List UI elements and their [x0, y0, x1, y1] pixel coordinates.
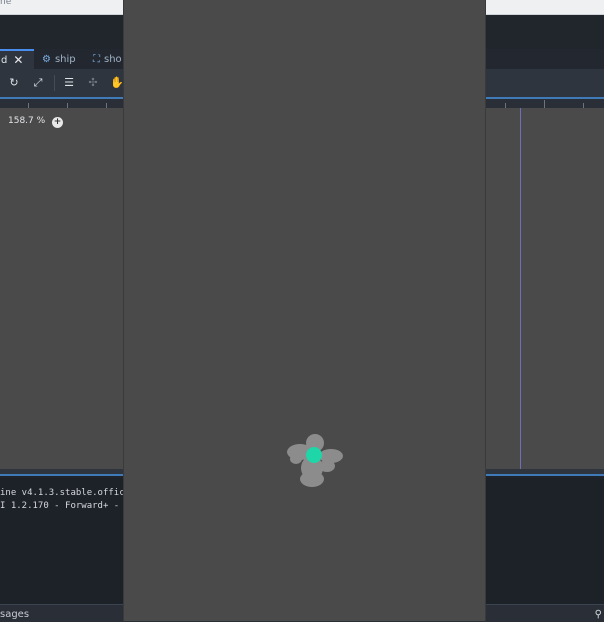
tab-current-scene[interactable]: d ✕ [0, 49, 34, 69]
window-title-fragment: ne [0, 0, 12, 7]
list-select-icon[interactable]: ☰ [62, 76, 76, 90]
ship-icon: ⚙ [42, 53, 51, 65]
tab-label: d [1, 54, 8, 66]
zoom-in-button[interactable]: + [52, 117, 63, 128]
pan-hand-icon[interactable]: ✋ [110, 76, 124, 90]
magnifier-icon[interactable]: ⚲ [595, 609, 602, 620]
tab-shot[interactable]: ⛶ sho [93, 49, 122, 69]
pivot-icon[interactable]: ✣ [86, 76, 100, 90]
tab-label: ship [54, 53, 76, 65]
ruler-tick [544, 100, 545, 108]
viewport-guide-line [520, 108, 521, 469]
output-line: ine v4.1.3.stable.offic [0, 488, 125, 498]
tab-ship[interactable]: ⚙ ship [42, 49, 76, 69]
game-window[interactable] [123, 0, 486, 621]
scene-icon: ⛶ [93, 53, 100, 65]
scale-icon[interactable]: ⤢ [31, 76, 45, 90]
messages-label: sages [0, 609, 30, 620]
tab-label: sho [104, 53, 122, 65]
output-line: I 1.2.170 - Forward+ - [0, 501, 120, 511]
rotate-icon[interactable]: ↻ [7, 76, 21, 90]
player-ship [287, 434, 343, 487]
ship-core [306, 447, 322, 463]
close-icon[interactable]: ✕ [13, 53, 23, 67]
toolbar-divider [54, 75, 55, 91]
zoom-level: 158.7 % [8, 116, 46, 126]
